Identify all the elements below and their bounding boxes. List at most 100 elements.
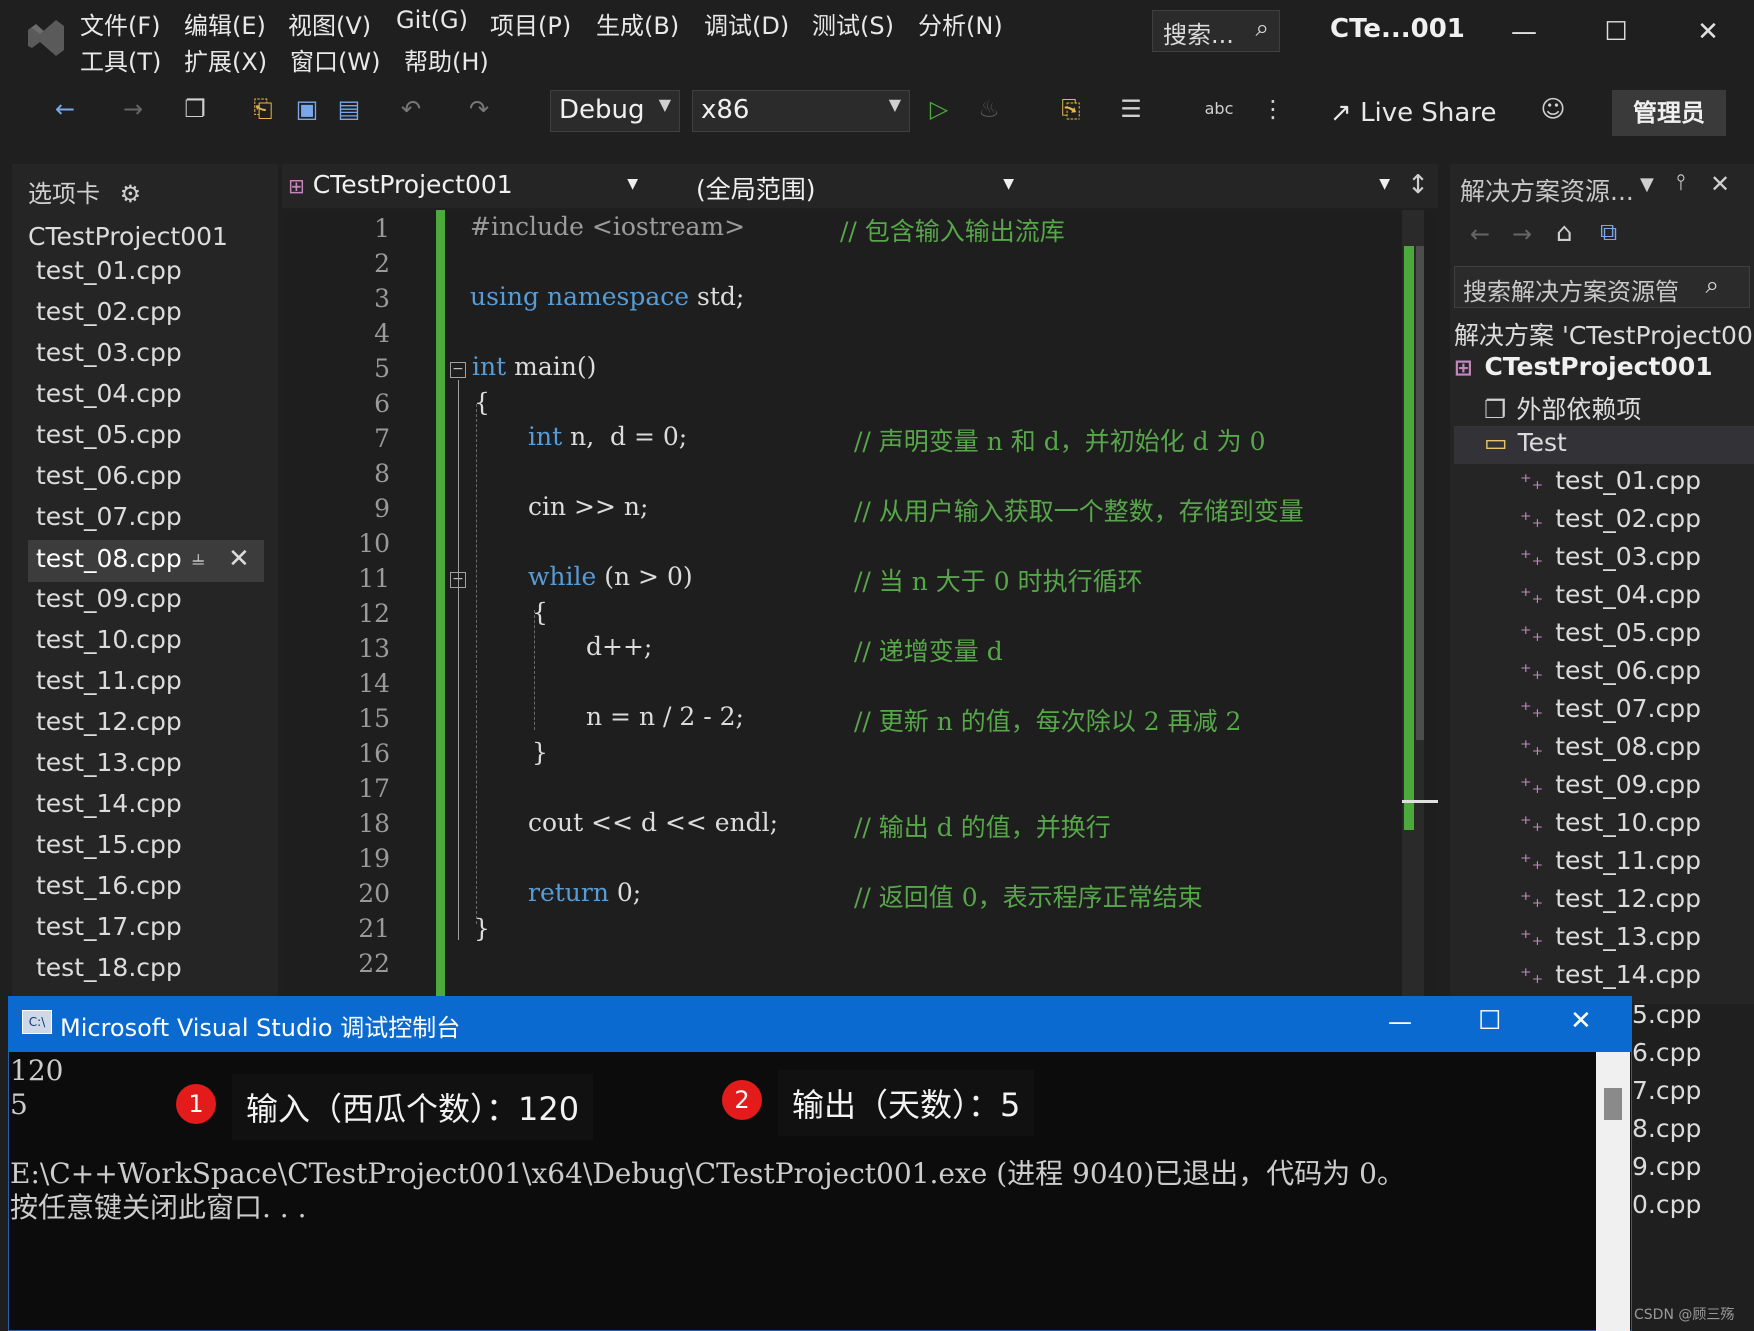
file-node[interactable]: ⁺₊ test_07.cpp [1520, 694, 1701, 723]
file-node[interactable]: ⁺₊ test_05.cpp [1520, 618, 1701, 647]
file-node-partial[interactable]: 7.cpp [1632, 1076, 1701, 1105]
menu-extensions[interactable]: 扩展(X) [184, 42, 267, 77]
console-minimize-button[interactable]: — [1388, 1008, 1412, 1036]
file-node[interactable]: ⁺₊ test_04.cpp [1520, 580, 1701, 609]
tab-item[interactable]: test_06.cpp [36, 461, 182, 490]
scrollbar-thumb[interactable] [1416, 246, 1424, 740]
undo-icon[interactable]: ↶ [394, 92, 428, 126]
console-close-button[interactable]: ✕ [1570, 1006, 1592, 1036]
forward-icon[interactable]: → [1512, 220, 1532, 248]
menu-debug[interactable]: 调试(D) [704, 6, 789, 41]
menu-edit[interactable]: 编辑(E) [184, 6, 266, 41]
tab-item[interactable]: test_15.cpp [36, 830, 182, 859]
folder-node[interactable]: ▭ Test [1484, 428, 1567, 457]
file-node[interactable]: ⁺₊ test_01.cpp [1520, 466, 1701, 495]
tab-item[interactable]: test_11.cpp [36, 666, 182, 695]
file-node[interactable]: ⁺₊ test_09.cpp [1520, 770, 1701, 799]
file-node[interactable]: ⁺₊ test_03.cpp [1520, 542, 1701, 571]
maximize-button[interactable]: ☐ [1596, 12, 1636, 52]
admin-badge[interactable]: 管理员 [1612, 90, 1726, 136]
file-node[interactable]: ⁺₊ test_13.cpp [1520, 922, 1701, 951]
window-icon[interactable]: ☰ [1114, 92, 1148, 126]
file-node[interactable]: ⁺₊ test_10.cpp [1520, 808, 1701, 837]
console-scrollbar-thumb[interactable] [1604, 1088, 1622, 1120]
tab-item[interactable]: test_13.cpp [36, 748, 182, 777]
start-icon[interactable]: ▷ [922, 92, 956, 126]
nav-member-dropdown[interactable]: ▼ [1034, 170, 1396, 206]
file-node[interactable]: ⁺₊ test_12.cpp [1520, 884, 1701, 913]
overflow-icon[interactable]: ⋮ [1256, 92, 1290, 126]
file-node-partial[interactable]: 8.cpp [1632, 1114, 1701, 1143]
code-text: n, d = 0; [570, 422, 688, 451]
tab-item[interactable]: test_07.cpp [36, 502, 182, 531]
menu-file[interactable]: 文件(F) [80, 6, 161, 41]
chevron-down-icon[interactable]: ▼ [1640, 174, 1654, 195]
close-button[interactable]: ✕ [1688, 12, 1728, 52]
minimize-button[interactable]: — [1504, 12, 1544, 52]
file-node[interactable]: ⁺₊ test_06.cpp [1520, 656, 1701, 685]
menu-project[interactable]: 项目(P) [490, 6, 571, 41]
file-node[interactable]: ⁺₊ test_08.cpp [1520, 732, 1701, 761]
tab-item[interactable]: test_10.cpp [36, 625, 182, 654]
file-node[interactable]: ⁺₊ test_02.cpp [1520, 504, 1701, 533]
tab-item[interactable]: test_18.cpp [36, 953, 182, 982]
new-project-icon[interactable]: ❐ [178, 92, 212, 126]
project-node[interactable]: ⊞ CTestProject001 [1454, 352, 1713, 381]
redo-icon[interactable]: ↷ [462, 92, 496, 126]
file-node-partial[interactable]: 5.cpp [1632, 1000, 1701, 1029]
tab-item[interactable]: test_03.cpp [36, 338, 182, 367]
search-input[interactable]: 搜索... ⌕ [1152, 10, 1280, 52]
switch-view-icon[interactable]: ⧉ [1600, 218, 1617, 246]
close-tab-icon[interactable]: ✕ [228, 544, 250, 574]
tab-item[interactable]: test_12.cpp [36, 707, 182, 736]
pin-icon[interactable]: ⫯ [1676, 170, 1686, 195]
open-folder-icon[interactable]: ⎗ [246, 92, 280, 126]
tab-item[interactable]: test_09.cpp [36, 584, 182, 613]
tab-item[interactable]: test_17.cpp [36, 912, 182, 941]
back-icon[interactable]: ← [48, 92, 82, 126]
tab-item[interactable]: test_04.cpp [36, 379, 182, 408]
collapse-icon[interactable]: − [450, 362, 466, 378]
fire-icon[interactable]: ♨ [972, 92, 1006, 126]
file-node-partial[interactable]: 6.cpp [1632, 1038, 1701, 1067]
split-editor-icon[interactable]: ↕ [1404, 170, 1432, 200]
menu-git[interactable]: Git(G) [396, 6, 468, 34]
explorer-icon[interactable]: ⎘ [1054, 92, 1088, 126]
tab-item[interactable]: test_05.cpp [36, 420, 182, 449]
feedback-icon[interactable]: ☺ [1536, 92, 1570, 126]
home-icon[interactable]: ⌂ [1556, 218, 1573, 248]
nav-project-dropdown[interactable]: ⊞ CTestProject001 ▼ [288, 170, 644, 206]
menu-build[interactable]: 生成(B) [596, 6, 679, 41]
solution-search-input[interactable]: 搜索解决方案资源管 ⌕ [1454, 266, 1750, 308]
external-deps-node[interactable]: ❐ 外部依赖项 [1484, 390, 1641, 426]
save-icon[interactable]: ▣ [290, 92, 324, 126]
spellcheck-icon[interactable]: abc [1202, 92, 1236, 126]
menu-window[interactable]: 窗口(W) [290, 42, 380, 77]
menu-tools[interactable]: 工具(T) [80, 42, 161, 77]
file-node[interactable]: ⁺₊ test_14.cpp [1520, 960, 1701, 989]
platform-dropdown[interactable]: x86 ▼ [692, 90, 910, 132]
menu-test[interactable]: 测试(S) [812, 6, 894, 41]
live-share-button[interactable]: ↗ Live Share [1330, 98, 1496, 128]
config-dropdown[interactable]: Debug ▼ [550, 90, 680, 132]
file-node[interactable]: ⁺₊ test_11.cpp [1520, 846, 1701, 875]
solution-node[interactable]: 解决方案 'CTestProject001 [1454, 316, 1754, 352]
tab-item[interactable]: test_01.cpp [36, 256, 182, 285]
console-maximize-button[interactable]: ☐ [1478, 1006, 1501, 1036]
tab-item[interactable]: test_16.cpp [36, 871, 182, 900]
tab-item[interactable]: test_02.cpp [36, 297, 182, 326]
pin-icon[interactable]: ⫨ [192, 546, 204, 571]
save-all-icon[interactable]: ▤ [332, 92, 366, 126]
forward-icon[interactable]: → [116, 92, 150, 126]
nav-scope-dropdown[interactable]: (全局范围) ▼ [696, 170, 1020, 206]
menu-view[interactable]: 视图(V) [288, 6, 371, 41]
back-icon[interactable]: ← [1470, 220, 1490, 248]
gear-icon[interactable]: ⚙ [120, 180, 142, 208]
file-node-partial[interactable]: 0.cpp [1632, 1190, 1701, 1219]
menu-help[interactable]: 帮助(H) [404, 42, 489, 77]
file-node-partial[interactable]: 9.cpp [1632, 1152, 1701, 1181]
close-icon[interactable]: ✕ [1710, 170, 1730, 198]
menu-analyze[interactable]: 分析(N) [918, 6, 1003, 41]
tab-item[interactable]: test_14.cpp [36, 789, 182, 818]
tab-item-active[interactable]: test_08.cpp [36, 544, 182, 573]
